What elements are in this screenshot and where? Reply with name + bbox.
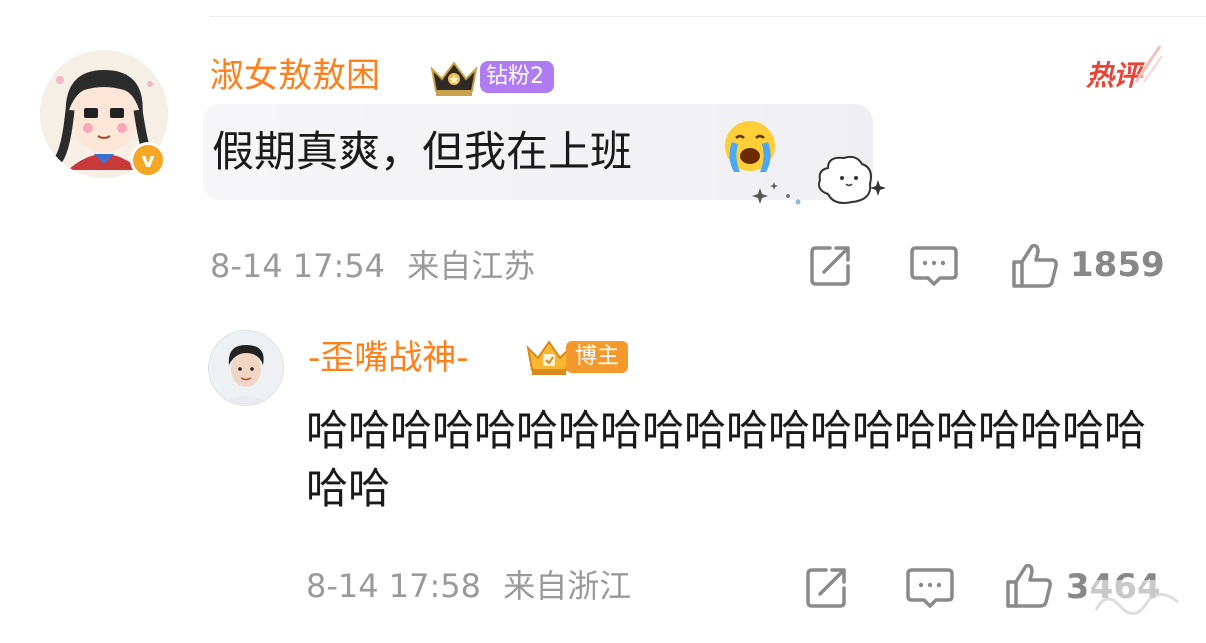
like-icon[interactable] (1010, 242, 1060, 290)
comment-text: 假期真爽，但我在上班 (212, 127, 633, 176)
comment-like-count: 1859 (1070, 245, 1165, 285)
replier-username[interactable]: -歪嘴战神- (308, 336, 469, 380)
watermark-icon (1086, 580, 1196, 620)
reply-location: 来自浙江 (503, 567, 632, 605)
comment-meta: 8-14 17:54 来自江苏 (210, 246, 535, 286)
comment-icon[interactable] (906, 566, 954, 610)
comment-location: 来自江苏 (407, 247, 536, 285)
comment-timestamp: 8-14 17:54 (210, 247, 386, 285)
hot-comment-flame-icon (1134, 45, 1163, 83)
share-icon[interactable] (804, 564, 850, 610)
reply-text: 哈哈哈哈哈哈哈哈哈哈哈哈哈哈哈哈哈哈哈哈哈哈 (306, 406, 1147, 513)
comment-icon[interactable] (910, 244, 958, 288)
crown-icon (430, 61, 478, 96)
reply-timestamp: 8-14 17:58 (306, 567, 482, 605)
fan-level-badge: 钻粉2 (480, 61, 554, 93)
reply-meta: 8-14 17:58 来自浙江 (306, 566, 631, 606)
verified-badge-icon: v (130, 142, 166, 178)
blogger-badge: 博主 (566, 341, 629, 373)
commenter-username[interactable]: 淑女敖敖困 (210, 54, 380, 98)
replier-avatar[interactable] (208, 330, 284, 406)
like-icon[interactable] (1004, 562, 1054, 610)
bubble-decoration (752, 155, 886, 205)
share-icon[interactable] (808, 242, 854, 288)
top-divider (210, 16, 1206, 17)
